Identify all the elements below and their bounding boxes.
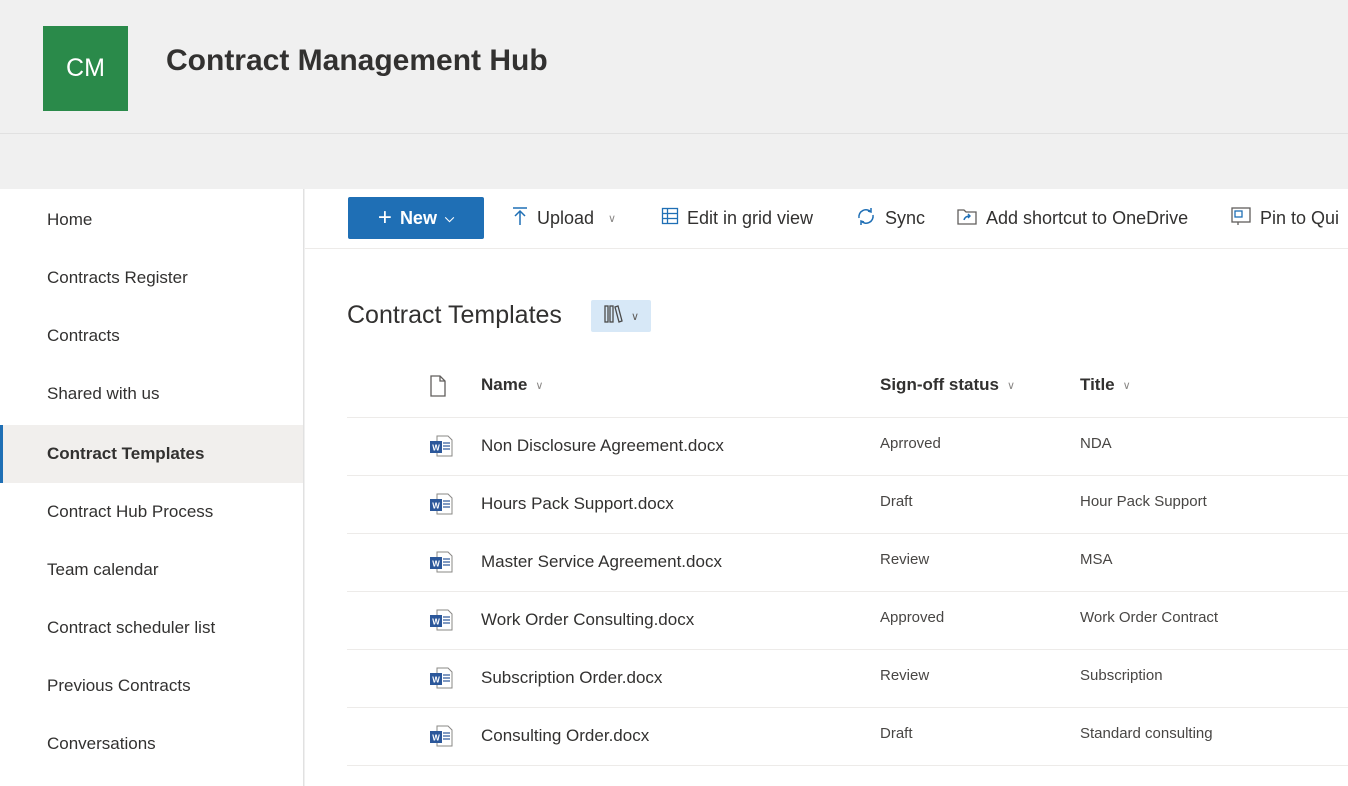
shortcut-icon [956, 206, 978, 231]
signoff-status-cell: Draft [880, 725, 913, 742]
site-logo-text: CM [66, 54, 105, 82]
nav-item-team-calendar[interactable]: Team calendar [0, 541, 303, 599]
word-document-icon: W [429, 492, 453, 516]
main-content: + New ⌵ Upload ∨ Edit in grid view Sync [305, 189, 1348, 786]
signoff-status-cell: Draft [880, 493, 913, 510]
add-shortcut-label: Add shortcut to OneDrive [986, 207, 1189, 228]
title-cell: Subscription [1080, 667, 1163, 684]
signoff-status-cell: Review [880, 551, 930, 568]
signoff-status-cell: Approved [880, 609, 945, 626]
word-document-icon: W [429, 608, 453, 632]
nav-item-shared-with-us[interactable]: Shared with us [0, 365, 303, 423]
word-document-icon: W [429, 666, 453, 690]
upload-label: Upload [537, 207, 595, 228]
file-name-link[interactable]: Non Disclosure Agreement.docx [481, 436, 724, 456]
add-shortcut-button[interactable]: Add shortcut to OneDrive [956, 197, 1188, 239]
chevron-down-icon: ∨ [608, 212, 617, 225]
nav-item-label: Contract Templates [47, 444, 205, 463]
site-subbar [0, 135, 1348, 189]
nav-item-label: Contracts [47, 326, 120, 345]
command-bar: + New ⌵ Upload ∨ Edit in grid view Sync [305, 189, 1348, 249]
nav-item-conversations[interactable]: Conversations [0, 715, 303, 773]
chevron-down-icon: ⌵ [444, 210, 455, 225]
file-name-link[interactable]: Master Service Agreement.docx [481, 552, 722, 572]
nav-item-label: Home [47, 210, 93, 229]
chevron-down-icon: ∨ [630, 310, 640, 323]
library-icon [603, 304, 625, 329]
site-header: CM Contract Management Hub [0, 0, 1348, 134]
edit-grid-view-button[interactable]: Edit in grid view [661, 197, 813, 239]
document-icon [429, 375, 447, 402]
title-cell: NDA [1080, 435, 1112, 452]
title-cell: Standard consulting [1080, 725, 1213, 742]
upload-button[interactable]: Upload ∨ [511, 197, 616, 239]
column-header-label: Sign-off status [880, 375, 999, 394]
nav-item-label: Contract Hub Process [47, 502, 214, 521]
sync-label: Sync [885, 207, 926, 228]
table-row[interactable]: W Master Service Agreement.docx Review MSA [347, 534, 1348, 592]
nav-item-home[interactable]: Home [0, 191, 303, 249]
title-column-header[interactable]: Title ∨ [1080, 375, 1131, 395]
pin-icon [1230, 206, 1252, 231]
left-navigation: Home Contracts Register Contracts Shared… [0, 189, 304, 786]
title-cell: Work Order Contract [1080, 609, 1219, 626]
word-document-icon: W [429, 434, 453, 458]
library-title[interactable]: Contract Templates [347, 301, 562, 330]
svg-text:W: W [432, 676, 440, 685]
file-name-link[interactable]: Work Order Consulting.docx [481, 610, 694, 630]
nav-item-contract-scheduler-list[interactable]: Contract scheduler list [0, 599, 303, 657]
edit-grid-label: Edit in grid view [687, 207, 814, 228]
upload-icon [511, 206, 529, 231]
table-row[interactable]: W Subscription Order.docx Review Subscripti… [347, 650, 1348, 708]
file-name-link[interactable]: Hours Pack Support.docx [481, 494, 674, 514]
signoff-status-cell: Aprroved [880, 435, 941, 452]
nav-item-label: Previous Contracts [47, 676, 191, 695]
site-title[interactable]: Contract Management Hub [166, 44, 548, 78]
svg-text:W: W [432, 502, 440, 511]
pin-label: Pin to Qui [1260, 207, 1340, 228]
column-header-label: Name [481, 375, 528, 394]
new-button[interactable]: + New ⌵ [348, 197, 484, 239]
file-name-link[interactable]: Subscription Order.docx [481, 668, 662, 688]
view-options-button[interactable]: ∨ [591, 300, 651, 332]
chevron-down-icon: ∨ [1122, 379, 1131, 392]
file-name-link[interactable]: Consulting Order.docx [481, 726, 649, 746]
nav-item-label: Team calendar [47, 560, 159, 579]
word-document-icon: W [429, 724, 453, 748]
nav-item-label: Conversations [47, 734, 156, 753]
nav-item-contracts-register[interactable]: Contracts Register [0, 249, 303, 307]
nav-item-contract-templates[interactable]: Contract Templates [0, 425, 303, 483]
chevron-down-icon: ∨ [1007, 379, 1016, 392]
signoff-status-cell: Review [880, 667, 930, 684]
plus-icon: + [377, 204, 392, 231]
nav-item-contract-hub-process[interactable]: Contract Hub Process [0, 483, 303, 541]
column-header-label: Title [1080, 375, 1115, 394]
title-cell: MSA [1080, 551, 1113, 568]
site-logo[interactable]: CM [43, 26, 128, 111]
grid-icon [661, 207, 679, 230]
chevron-down-icon: ∨ [535, 379, 544, 392]
sync-icon [855, 206, 877, 231]
new-button-label: New [399, 207, 437, 228]
word-document-icon: W [429, 550, 453, 574]
svg-text:W: W [432, 734, 440, 743]
file-type-column-header[interactable] [429, 375, 447, 402]
nav-item-label: Contracts Register [47, 268, 188, 287]
pin-to-quick-access-button[interactable]: Pin to Qui [1230, 197, 1339, 239]
table-row[interactable]: W Non Disclosure Agreement.docx Aprroved ND… [347, 418, 1348, 476]
name-column-header[interactable]: Name ∨ [481, 375, 543, 395]
table-row[interactable]: W Consulting Order.docx Draft Standard cons… [347, 708, 1348, 766]
nav-item-label: Contract scheduler list [47, 618, 216, 637]
nav-item-previous-contracts[interactable]: Previous Contracts [0, 657, 303, 715]
nav-item-contracts[interactable]: Contracts [0, 307, 303, 365]
nav-item-label: Shared with us [47, 384, 160, 403]
table-row[interactable]: W Hours Pack Support.docx Draft Hour Pack S… [347, 476, 1348, 534]
table-row[interactable]: W Work Order Consulting.docx Approved Work … [347, 592, 1348, 650]
svg-text:W: W [432, 444, 440, 453]
title-cell: Hour Pack Support [1080, 493, 1207, 510]
svg-text:W: W [432, 560, 440, 569]
svg-text:W: W [432, 618, 440, 627]
sync-button[interactable]: Sync [855, 197, 925, 239]
signoff-status-column-header[interactable]: Sign-off status ∨ [880, 375, 1015, 395]
